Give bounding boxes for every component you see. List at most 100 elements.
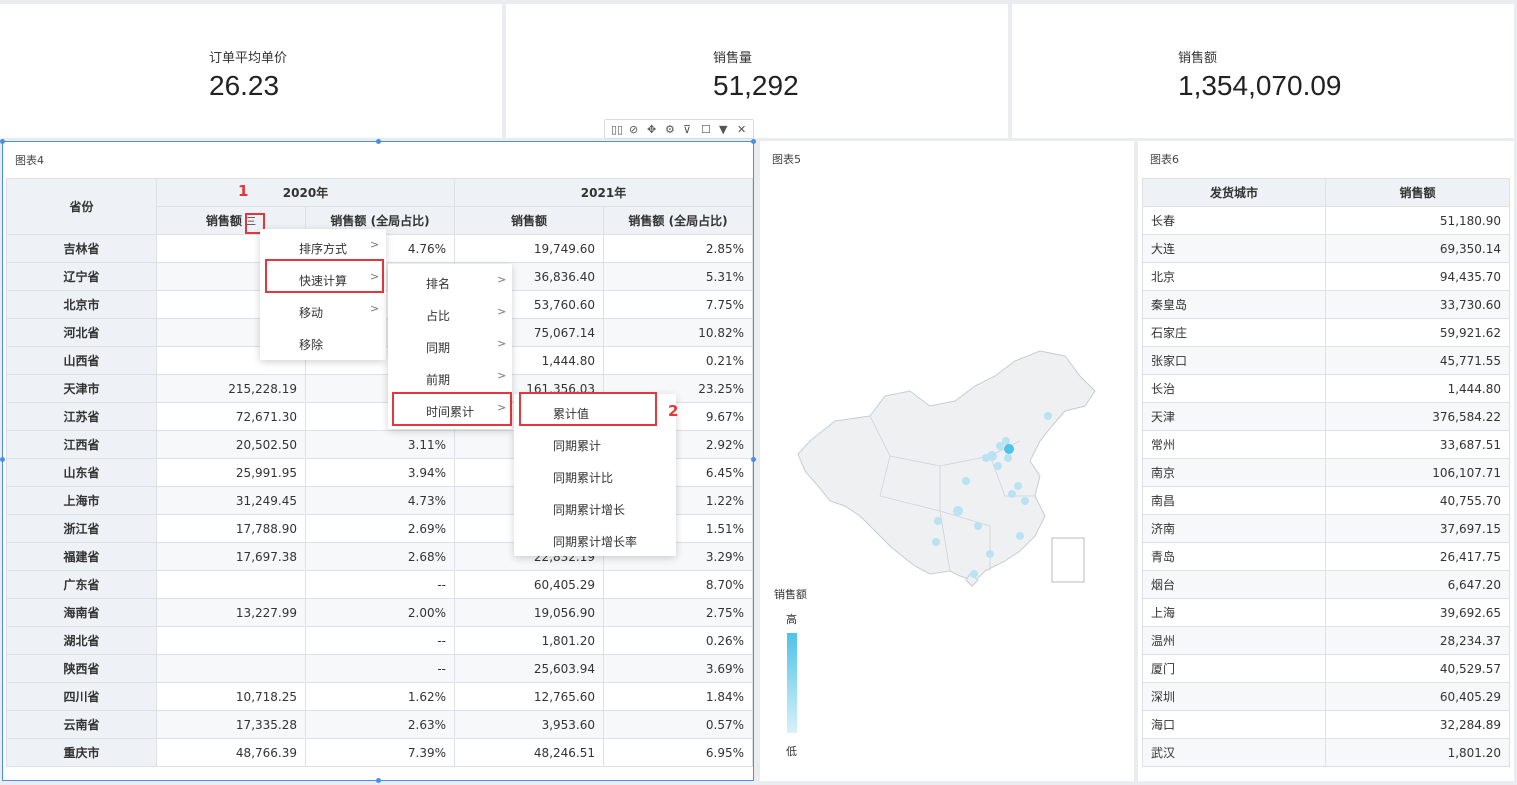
menu-item-ytd-same-period[interactable]: 同期累计 — [553, 437, 601, 454]
sales-cell[interactable]: 28,234.37 — [1325, 626, 1510, 655]
sales-2020-cell[interactable]: 17,788.90 — [156, 514, 306, 543]
share-2021-cell[interactable]: 7.75% — [603, 290, 753, 319]
sales-cell[interactable]: 376,584.22 — [1325, 402, 1510, 431]
share-2021-cell[interactable]: 8.70% — [603, 570, 753, 599]
menu-item-percent[interactable]: 占比 — [426, 307, 450, 324]
close-icon[interactable]: ✕ — [737, 123, 746, 136]
sales-cell[interactable]: 26,417.75 — [1325, 542, 1510, 571]
province-cell[interactable]: 上海市 — [6, 486, 157, 515]
menu-item-sort[interactable]: 排序方式 — [299, 240, 347, 257]
chart-type-icon[interactable]: ▯▯ — [611, 123, 623, 136]
sales-2020-cell[interactable]: 25,991.95 — [156, 458, 306, 487]
sales-2020-cell[interactable]: 20,502.50 — [156, 430, 306, 459]
city-cell[interactable]: 厦门 — [1142, 654, 1326, 683]
city-cell[interactable]: 青岛 — [1142, 542, 1326, 571]
header-province[interactable]: 省份 — [6, 178, 157, 235]
city-cell[interactable]: 南京 — [1142, 458, 1326, 487]
sales-2020-cell[interactable]: 48,766.39 — [156, 738, 306, 767]
sales-cell[interactable]: 1,801.20 — [1325, 738, 1510, 767]
province-cell[interactable]: 陕西省 — [6, 654, 157, 683]
city-cell[interactable]: 济南 — [1142, 514, 1326, 543]
sales-cell[interactable]: 69,350.14 — [1325, 234, 1510, 263]
share-2021-cell[interactable]: 0.21% — [603, 346, 753, 375]
city-cell[interactable]: 石家庄 — [1142, 318, 1326, 347]
sales-2021-cell[interactable]: 1,801.20 — [454, 626, 604, 655]
menu-item-ytd-growth-rate[interactable]: 同期累计增长率 — [553, 533, 637, 550]
share-2021-cell[interactable]: 0.57% — [603, 710, 753, 739]
dropdown-icon[interactable]: ▼ — [719, 123, 727, 136]
share-2020-cell[interactable]: -- — [305, 654, 455, 683]
share-2021-cell[interactable]: 3.69% — [603, 654, 753, 683]
sales-cell[interactable]: 59,921.62 — [1325, 318, 1510, 347]
sales-2021-cell[interactable]: 60,405.29 — [454, 570, 604, 599]
sales-2021-cell[interactable]: 19,749.60 — [454, 234, 604, 263]
sales-cell[interactable]: 33,687.51 — [1325, 430, 1510, 459]
province-cell[interactable]: 湖北省 — [6, 626, 157, 655]
share-2021-cell[interactable]: 2.75% — [603, 598, 753, 627]
sales-2021-cell[interactable]: 3,953.60 — [454, 710, 604, 739]
sales-2021-cell[interactable]: 12,765.60 — [454, 682, 604, 711]
sales-2020-cell[interactable]: 31,249.45 — [156, 486, 306, 515]
sales-2020-cell[interactable] — [156, 570, 306, 599]
share-2020-cell[interactable]: 2.68% — [305, 542, 455, 571]
province-cell[interactable]: 江西省 — [6, 430, 157, 459]
city-cell[interactable]: 烟台 — [1142, 570, 1326, 599]
province-cell[interactable]: 海南省 — [6, 598, 157, 627]
province-cell[interactable]: 辽宁省 — [6, 262, 157, 291]
menu-item-ytd-growth[interactable]: 同期累计增长 — [553, 501, 625, 518]
sales-cell[interactable]: 60,405.29 — [1325, 682, 1510, 711]
sales-2020-cell[interactable]: 13,227.99 — [156, 598, 306, 627]
share-2020-cell[interactable]: 2.69% — [305, 514, 455, 543]
header-city[interactable]: 发货城市 — [1142, 178, 1326, 207]
sales-cell[interactable]: 45,771.55 — [1325, 346, 1510, 375]
share-2020-cell[interactable]: 3.11% — [305, 430, 455, 459]
sales-cell[interactable]: 6,647.20 — [1325, 570, 1510, 599]
resize-handle[interactable] — [376, 139, 381, 144]
share-2020-cell[interactable]: -- — [305, 626, 455, 655]
share-2020-cell[interactable]: 4.73% — [305, 486, 455, 515]
city-cell[interactable]: 张家口 — [1142, 346, 1326, 375]
sales-2021-cell[interactable]: 19,056.90 — [454, 598, 604, 627]
sales-cell[interactable]: 40,529.57 — [1325, 654, 1510, 683]
city-cell[interactable]: 秦皇岛 — [1142, 290, 1326, 319]
menu-item-remove[interactable]: 移除 — [299, 336, 323, 353]
province-cell[interactable]: 浙江省 — [6, 514, 157, 543]
city-cell[interactable]: 上海 — [1142, 598, 1326, 627]
resize-handle[interactable] — [376, 778, 381, 783]
share-2020-cell[interactable]: -- — [305, 570, 455, 599]
province-cell[interactable]: 重庆市 — [6, 738, 157, 767]
city-cell[interactable]: 常州 — [1142, 430, 1326, 459]
menu-item-rank[interactable]: 排名 — [426, 275, 450, 292]
sales-cell[interactable]: 40,755.70 — [1325, 486, 1510, 515]
brush-icon[interactable]: ⊘ — [629, 123, 638, 136]
city-cell[interactable]: 天津 — [1142, 402, 1326, 431]
sales-2020-cell[interactable] — [156, 654, 306, 683]
resize-handle[interactable] — [751, 139, 756, 144]
china-map[interactable] — [790, 346, 1110, 606]
city-cell[interactable]: 长春 — [1142, 206, 1326, 235]
sales-cell[interactable]: 32,284.89 — [1325, 710, 1510, 739]
chart6-panel[interactable]: 图表6 发货城市 销售额 长春 51,180.90 大连 69,350.14 北京 94,… — [1138, 141, 1514, 781]
filter-icon[interactable]: ⊽ — [683, 123, 691, 136]
sales-cell[interactable]: 106,107.71 — [1325, 458, 1510, 487]
header-2020[interactable]: 2020年 — [156, 178, 455, 207]
header-2021-share[interactable]: 销售额 (全局占比) — [603, 206, 753, 235]
header-2021[interactable]: 2021年 — [454, 178, 753, 207]
city-cell[interactable]: 武汉 — [1142, 738, 1326, 767]
city-cell[interactable]: 海口 — [1142, 710, 1326, 739]
province-cell[interactable]: 四川省 — [6, 682, 157, 711]
province-cell[interactable]: 天津市 — [6, 374, 157, 403]
sales-2020-cell[interactable] — [156, 626, 306, 655]
province-cell[interactable]: 云南省 — [6, 710, 157, 739]
menu-item-ytd-ratio[interactable]: 同期累计比 — [553, 469, 613, 486]
sales-cell[interactable]: 33,730.60 — [1325, 290, 1510, 319]
sales-2020-cell[interactable]: 72,671.30 — [156, 402, 306, 431]
sales-cell[interactable]: 37,697.15 — [1325, 514, 1510, 543]
city-cell[interactable]: 温州 — [1142, 626, 1326, 655]
share-2021-cell[interactable]: 2.85% — [603, 234, 753, 263]
resize-handle[interactable] — [751, 457, 756, 462]
sales-2021-cell[interactable]: 48,246.51 — [454, 738, 604, 767]
share-2021-cell[interactable]: 0.26% — [603, 626, 753, 655]
menu-item-move[interactable]: 移动 — [299, 304, 323, 321]
settings-icon[interactable]: ⚙ — [665, 123, 675, 136]
